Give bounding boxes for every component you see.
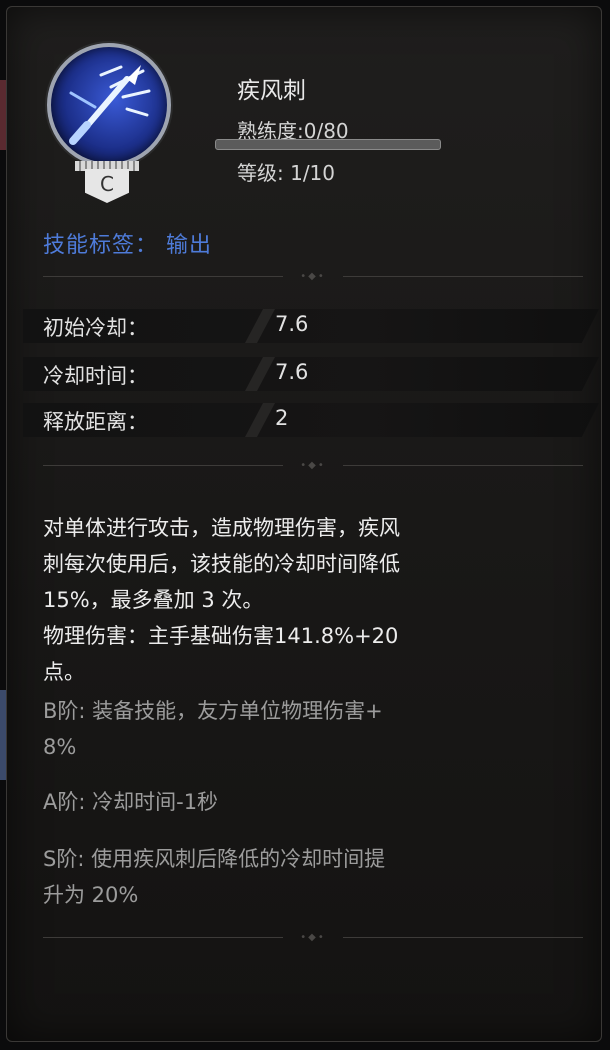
wind-thrust-skill-icon xyxy=(47,43,171,167)
description-line: 点。 xyxy=(43,660,85,684)
stat-label: 释放距离： xyxy=(43,410,148,434)
grade-letter: C xyxy=(85,169,129,203)
skill-tooltip-panel: C 疾风刺 熟练度:0/80 等级: 1/10 技能标签： 输出 •◆• 初始冷… xyxy=(6,6,602,1042)
tier-line: 升为 20% xyxy=(43,883,139,907)
skill-icon-group: C xyxy=(47,43,171,203)
stat-label: 冷却时间： xyxy=(43,364,148,388)
tier-s-text: S阶: 使用疾风刺后降低的冷却时间提 升为 20% xyxy=(43,841,588,913)
skill-tags: 技能标签： 输出 xyxy=(43,233,212,258)
tier-line: A阶: 冷却时间-1秒 xyxy=(43,790,219,814)
tier-a-text: A阶: 冷却时间-1秒 xyxy=(43,784,588,820)
description-line: 物理伤害：主手基础伤害141.8%+20 xyxy=(43,624,399,648)
skill-description: 对单体进行攻击，造成物理伤害，疾风 刺每次使用后，该技能的冷却时间降低 15%，… xyxy=(43,510,588,690)
grade-badge: C xyxy=(75,161,139,203)
tier-line: B阶: 装备技能，友方单位物理伤害+ xyxy=(43,699,383,723)
divider: •◆• xyxy=(43,460,583,472)
tier-b-text: B阶: 装备技能，友方单位物理伤害+ 8% xyxy=(43,693,588,765)
divider: •◆• xyxy=(43,271,583,283)
divider: •◆• xyxy=(43,932,583,944)
tier-line: 8% xyxy=(43,735,77,759)
skill-name: 疾风刺 xyxy=(237,78,306,104)
stat-value: 7.6 xyxy=(275,312,309,336)
stat-label: 初始冷却： xyxy=(43,316,148,340)
stat-row-cooldown: 冷却时间： 7.6 xyxy=(23,357,601,391)
stat-row-cast-range: 释放距离： 2 xyxy=(23,403,601,437)
description-line: 15%，最多叠加 3 次。 xyxy=(43,588,264,612)
stat-value: 2 xyxy=(275,406,289,430)
tier-line: S阶: 使用疾风刺后降低的冷却时间提 xyxy=(43,847,386,871)
stat-value: 7.6 xyxy=(275,360,309,384)
description-line: 刺每次使用后，该技能的冷却时间降低 xyxy=(43,552,400,576)
stat-row-initial-cooldown: 初始冷却： 7.6 xyxy=(23,309,601,343)
level-label: 等级: 1/10 xyxy=(237,161,336,185)
proficiency-bar xyxy=(215,139,441,150)
description-line: 对单体进行攻击，造成物理伤害，疾风 xyxy=(43,516,400,540)
